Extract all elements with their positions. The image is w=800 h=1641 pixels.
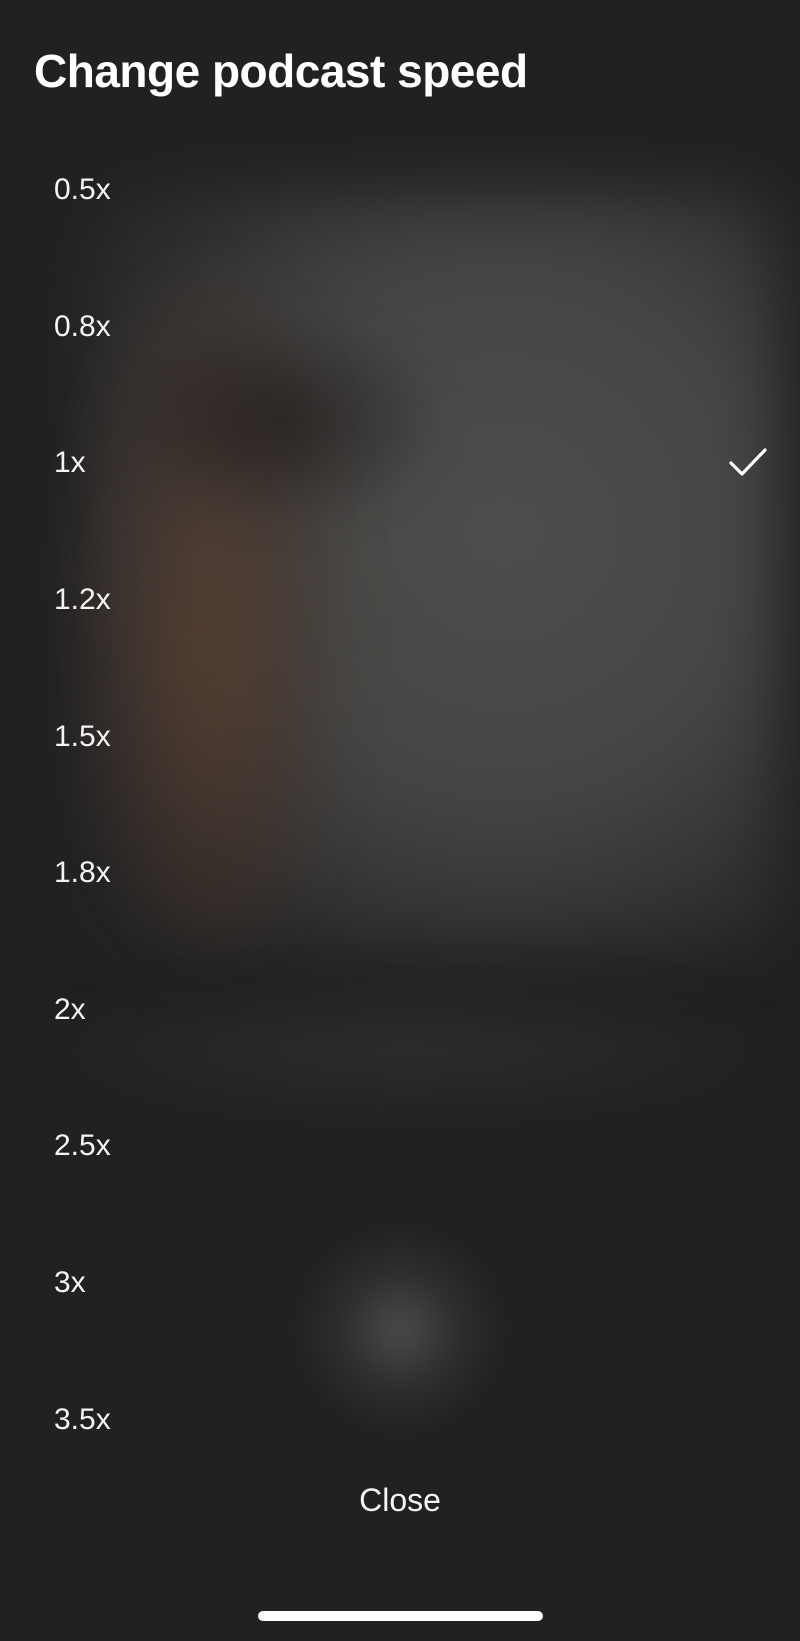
speed-option-label: 2x bbox=[54, 992, 86, 1026]
speed-options-list: 0.5x 0.8x 1x 1.2x 1.5x 1.8x 2x 2.5x 3x 3… bbox=[0, 122, 800, 1488]
speed-option-label: 1.5x bbox=[54, 719, 111, 753]
speed-option-3-5x[interactable]: 3.5x bbox=[0, 1351, 800, 1488]
speed-option-label: 0.5x bbox=[54, 173, 111, 207]
speed-option-2x[interactable]: 2x bbox=[0, 942, 800, 1079]
speed-option-0-8x[interactable]: 0.8x bbox=[0, 259, 800, 396]
close-button[interactable]: Close bbox=[300, 1475, 500, 1525]
speed-option-label: 0.8x bbox=[54, 309, 111, 343]
speed-option-1-2x[interactable]: 1.2x bbox=[0, 532, 800, 669]
speed-option-1-5x[interactable]: 1.5x bbox=[0, 668, 800, 805]
speed-option-1-8x[interactable]: 1.8x bbox=[0, 805, 800, 942]
speed-option-0-5x[interactable]: 0.5x bbox=[0, 122, 800, 259]
speed-option-label: 1.2x bbox=[54, 583, 111, 617]
speed-option-label: 3x bbox=[54, 1266, 86, 1300]
home-indicator[interactable] bbox=[258, 1611, 543, 1621]
sheet-title: Change podcast speed bbox=[34, 45, 528, 97]
speed-option-label: 3.5x bbox=[54, 1402, 111, 1436]
checkmark-icon bbox=[729, 448, 767, 477]
speed-option-label: 1.8x bbox=[54, 856, 111, 890]
speed-option-3x[interactable]: 3x bbox=[0, 1215, 800, 1352]
speed-option-label: 1x bbox=[54, 446, 86, 480]
speed-option-label: 2.5x bbox=[54, 1129, 111, 1163]
speed-option-1x[interactable]: 1x bbox=[0, 395, 800, 532]
speed-option-2-5x[interactable]: 2.5x bbox=[0, 1078, 800, 1215]
speed-sheet: Change podcast speed 0.5x 0.8x 1x 1.2x 1… bbox=[0, 0, 800, 1641]
